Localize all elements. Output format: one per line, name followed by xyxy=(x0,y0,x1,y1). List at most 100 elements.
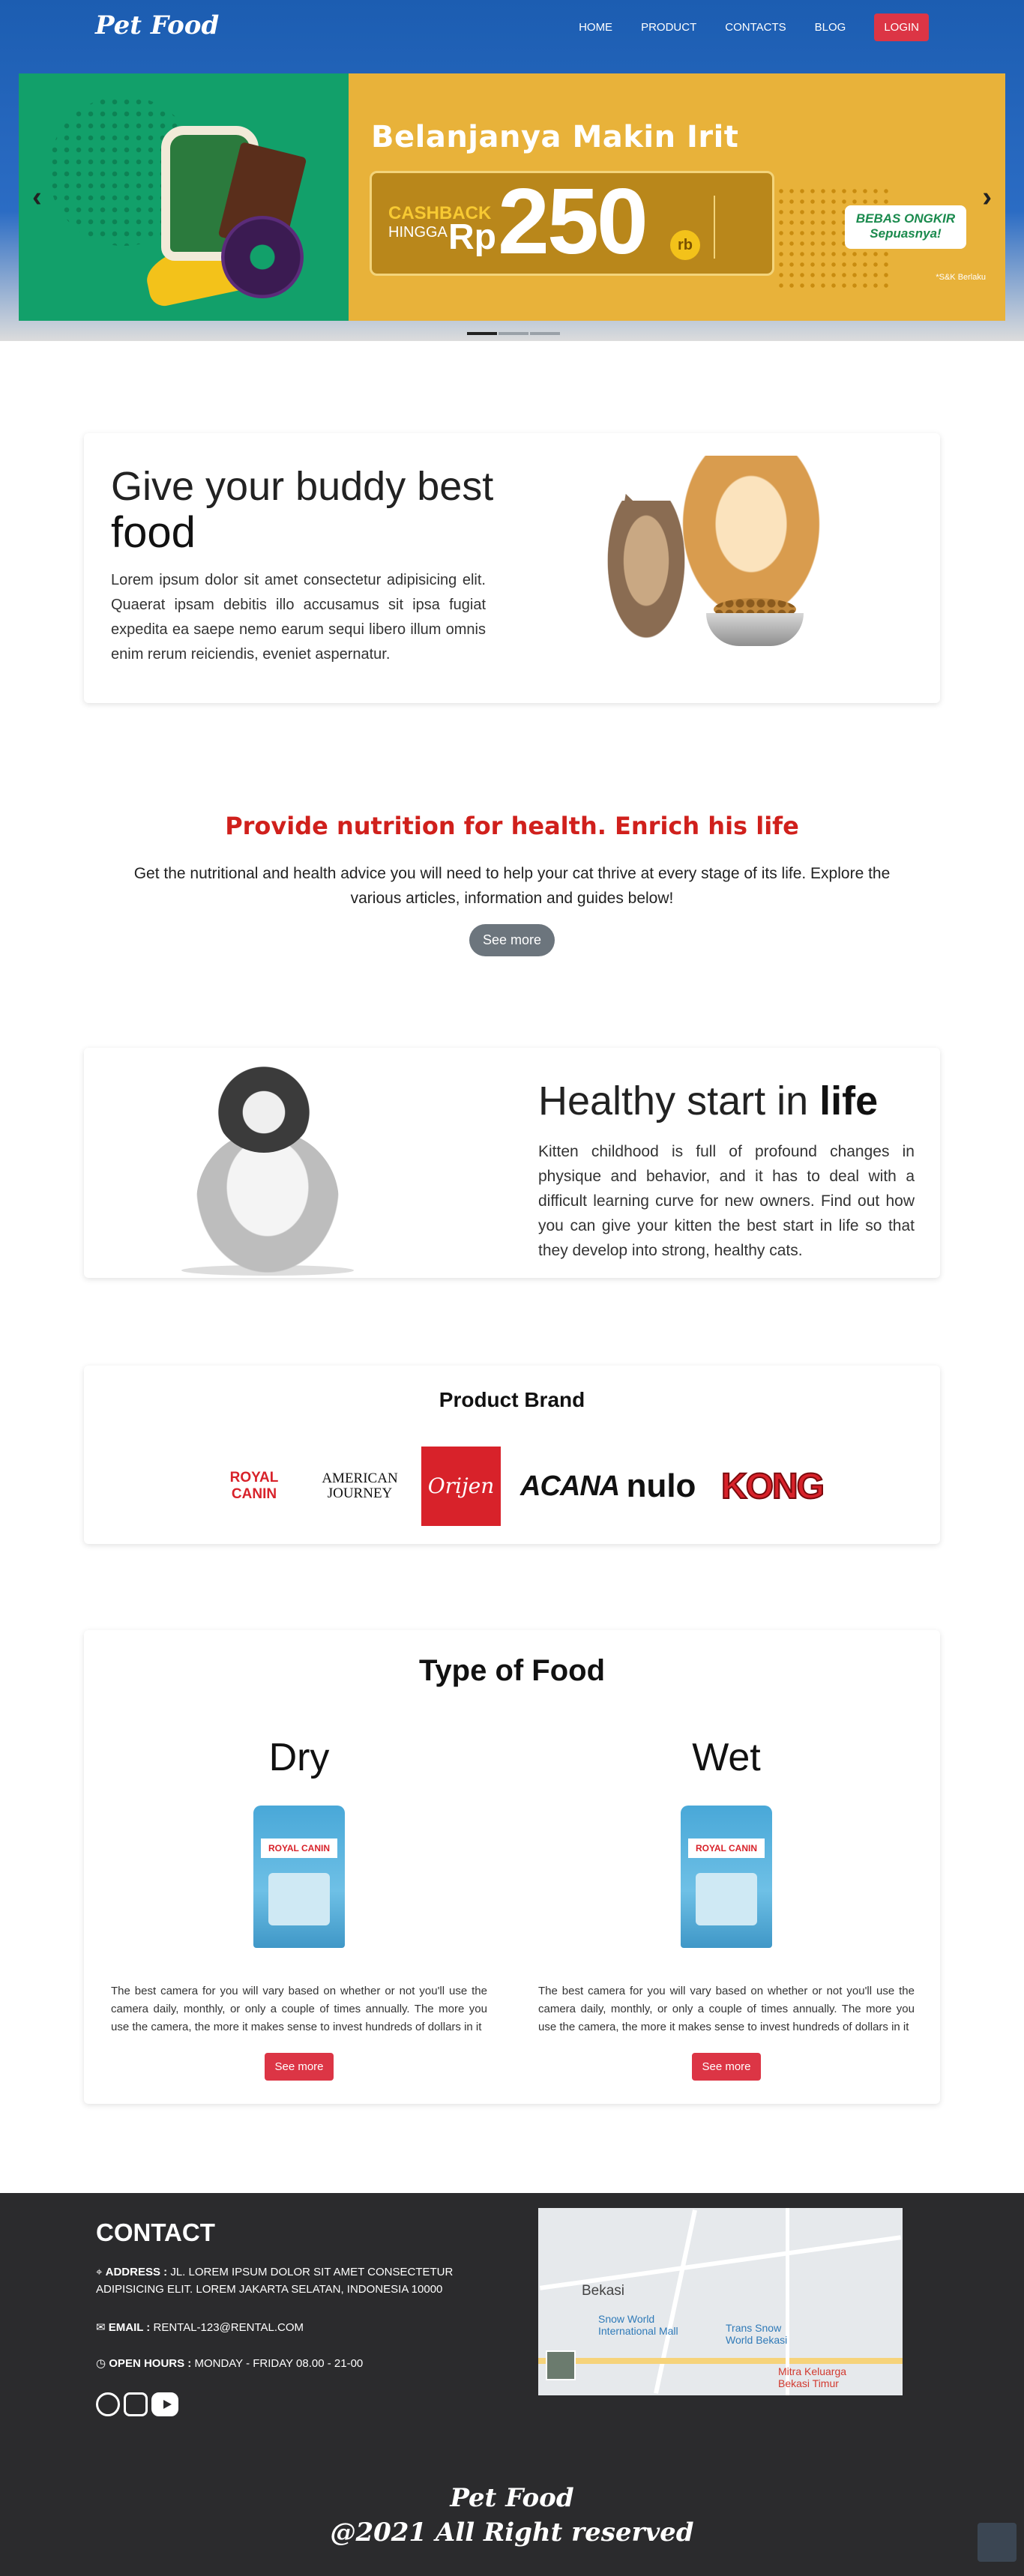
indicator-1[interactable] xyxy=(467,332,497,335)
hours-label: OPEN HOURS : xyxy=(109,2357,192,2370)
brand-royal-canin[interactable]: ROYAL CANIN xyxy=(210,1470,298,1503)
indicator-3[interactable] xyxy=(530,332,560,335)
map-place-label: Snow World International Mall xyxy=(598,2313,678,2337)
chevron-right-icon[interactable]: › xyxy=(982,182,992,212)
dry-food-bag-image: ROYAL CANIN xyxy=(253,1806,345,1948)
food-dry-text: The best camera for you will vary based … xyxy=(111,1985,487,2033)
promo-text-panel: Belanjanya Makin Irit CASHBACK HINGGA Rp… xyxy=(349,73,1005,321)
food-dry-column: Dry ROYAL CANIN The best camera for you … xyxy=(111,1735,487,2081)
hero-section: Pet Food HOME PRODUCT CONTACTS BLOG LOGI… xyxy=(0,0,1024,341)
cashback-box: CASHBACK HINGGA Rp 250 rb xyxy=(370,170,774,276)
food-dry-title: Dry xyxy=(268,1736,330,1779)
address-line: ⌖ ADDRESS : JL. LOREM IPSUM DOLOR SIT AM… xyxy=(96,2263,508,2298)
youtube-icon[interactable] xyxy=(151,2392,178,2416)
divider xyxy=(714,196,715,259)
bag-window xyxy=(268,1873,330,1925)
brand-acana[interactable]: ACANA xyxy=(520,1471,620,1503)
nav-menu: HOME PRODUCT CONTACTS BLOG LOGIN xyxy=(550,13,929,41)
cashback-amount: 250 xyxy=(498,170,648,274)
email-value[interactable]: RENTAL-123@RENTAL.COM xyxy=(153,2321,304,2334)
buddy-card: Give your buddy best food Lorem ipsum do… xyxy=(84,433,940,703)
clock-icon: ◷ xyxy=(96,2357,109,2370)
email-label: EMAIL : xyxy=(108,2321,151,2334)
healthy-card: Healthy start in life Kitten childhood i… xyxy=(84,1048,940,1278)
buddy-title: Give your buddy best food xyxy=(111,463,493,556)
terms-text: *S&K Berlaku xyxy=(936,273,986,282)
brand-logo-row: ROYAL CANIN AMERICAN JOURNEY Orijen ACAN… xyxy=(210,1447,843,1526)
brand-logo[interactable]: Pet Food xyxy=(95,10,219,40)
footer-copyright: @2021 All Right reserved xyxy=(330,2518,694,2548)
footer: CONTACT ⌖ ADDRESS : JL. LOREM IPSUM DOLO… xyxy=(0,2193,1024,2576)
brand-american-journey[interactable]: AMERICAN JOURNEY xyxy=(318,1471,402,1501)
login-button[interactable]: LOGIN xyxy=(874,13,929,41)
contact-title: CONTACT xyxy=(96,2218,215,2246)
free-shipping-subtext: Sepuasnya! xyxy=(870,226,942,241)
food-wet-column: Wet ROYAL CANIN The best camera for you … xyxy=(538,1735,915,2081)
map-place-label: Trans Snow World Bekasi xyxy=(726,2322,788,2346)
nav-product[interactable]: PRODUCT xyxy=(641,21,696,34)
promo-carousel: Belanjanya Makin Irit CASHBACK HINGGA Rp… xyxy=(19,73,1005,321)
bag-brand-label: ROYAL CANIN xyxy=(261,1839,337,1858)
brands-title: Product Brand xyxy=(439,1388,585,1411)
map-satellite-toggle[interactable] xyxy=(546,2350,576,2380)
bowl-shape xyxy=(706,613,804,646)
promo-title: Belanjanya Makin Irit xyxy=(371,120,739,154)
location-icon: ⌖ xyxy=(96,2266,106,2278)
facebook-icon[interactable] xyxy=(96,2392,120,2416)
chevron-left-icon[interactable]: ‹ xyxy=(32,182,42,212)
nav-contacts[interactable]: CONTACTS xyxy=(725,21,786,34)
map-place-label: Mitra Keluarga Bekasi Timur xyxy=(778,2365,847,2389)
free-shipping-text: BEBAS ONGKIR xyxy=(855,211,956,226)
email-line: ✉ EMAIL : RENTAL-123@RENTAL.COM xyxy=(96,2319,508,2336)
nav-home[interactable]: HOME xyxy=(579,21,612,34)
footer-brand-name: Pet Food xyxy=(450,2483,574,2513)
brand-nulo[interactable]: nulo xyxy=(621,1468,702,1505)
food-types-card: Type of Food Dry ROYAL CANIN The best ca… xyxy=(84,1630,940,2104)
carousel-indicators xyxy=(466,332,561,335)
donut-shape xyxy=(221,216,304,298)
brand-orijen[interactable]: Orijen xyxy=(421,1447,501,1526)
footer-brand: Pet Food @2021 All Right reserved xyxy=(0,2481,1024,2550)
see-more-button[interactable]: See more xyxy=(469,924,555,956)
bag-brand-label: ROYAL CANIN xyxy=(688,1839,765,1858)
buddy-text: Lorem ipsum dolor sit amet consectetur a… xyxy=(111,572,486,663)
nav-blog[interactable]: BLOG xyxy=(815,21,846,34)
unit-badge: rb xyxy=(670,230,700,260)
product-illustration xyxy=(139,96,319,309)
healthy-title-a: Healthy start in xyxy=(538,1079,820,1123)
instagram-icon[interactable] xyxy=(124,2392,148,2416)
hours-value: MONDAY - FRIDAY 08.00 - 21-00 xyxy=(194,2357,364,2370)
wet-see-more-button[interactable]: See more xyxy=(692,2053,761,2081)
bag-window xyxy=(696,1873,757,1925)
dry-see-more-button[interactable]: See more xyxy=(265,2053,334,2081)
brand-kong[interactable]: KONG xyxy=(720,1466,825,1507)
food-wet-text: The best camera for you will vary based … xyxy=(538,1985,915,2033)
social-links xyxy=(96,2392,182,2416)
currency-label: Rp xyxy=(448,217,496,257)
buddy-title-line2: food xyxy=(111,508,196,557)
map-road xyxy=(539,2235,902,2290)
healthy-title: Healthy start in life xyxy=(538,1078,878,1124)
food-wet-title: Wet xyxy=(692,1736,761,1779)
map-highway xyxy=(538,2358,903,2364)
cat-and-dog-image xyxy=(601,456,849,658)
hingga-label: HINGGA xyxy=(388,224,448,241)
mail-icon: ✉ xyxy=(96,2321,109,2334)
kitten-image xyxy=(181,1063,354,1276)
scroll-to-top-button[interactable] xyxy=(978,2523,1017,2562)
nutrition-title: Provide nutrition for health. Enrich his… xyxy=(225,812,799,840)
free-shipping-badge: BEBAS ONGKIR Sepuasnya! xyxy=(845,205,966,249)
location-map[interactable]: Bekasi Snow World International Mall Tra… xyxy=(538,2208,903,2395)
address-label: ADDRESS : xyxy=(105,2266,168,2278)
nutrition-section: Provide nutrition for health. Enrich his… xyxy=(0,812,1024,956)
map-city-label: Bekasi xyxy=(582,2283,625,2299)
promo-image-panel xyxy=(19,73,349,321)
indicator-2[interactable] xyxy=(499,332,528,335)
food-types-title: Type of Food xyxy=(418,1654,606,1687)
buddy-title-line1: Give your buddy best xyxy=(111,464,494,509)
healthy-title-b: life xyxy=(819,1079,879,1123)
navbar: Pet Food HOME PRODUCT CONTACTS BLOG LOGI… xyxy=(0,0,1024,57)
nutrition-text: Get the nutritional and health advice yo… xyxy=(133,865,891,907)
brands-card: Product Brand ROYAL CANIN AMERICAN JOURN… xyxy=(84,1366,940,1544)
hours-line: ◷ OPEN HOURS : MONDAY - FRIDAY 08.00 - 2… xyxy=(96,2355,508,2372)
